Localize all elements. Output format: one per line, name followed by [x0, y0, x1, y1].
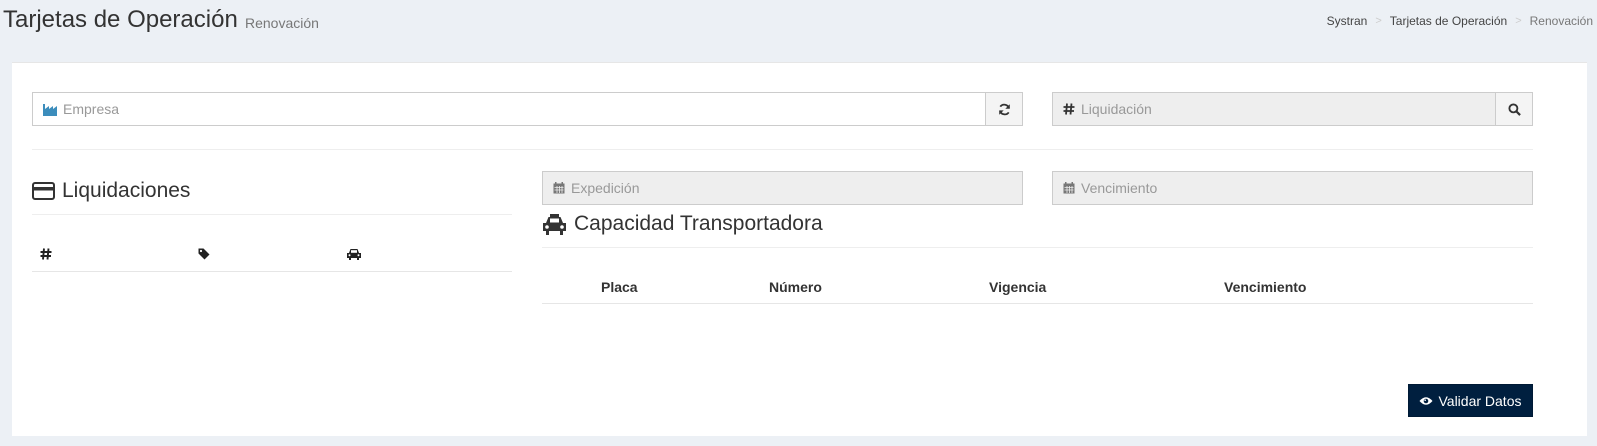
table-header-row: Placa Número Vigencia Vencimiento: [542, 271, 1533, 303]
vencimiento-input[interactable]: [1081, 173, 1532, 203]
vencimiento-input-group: [1052, 171, 1533, 205]
column-header-vigencia: Vigencia: [989, 278, 1047, 295]
liquidacion-field[interactable]: [1052, 92, 1496, 126]
calendar-icon: [1063, 182, 1075, 194]
liquidaciones-table: [32, 239, 512, 272]
main-panel: Liquidaciones: [12, 62, 1587, 436]
search-button[interactable]: [1496, 92, 1533, 126]
car-icon: [346, 248, 362, 260]
refresh-button[interactable]: [986, 92, 1023, 126]
divider: [32, 214, 512, 215]
page-subtitle: Renovación: [245, 15, 319, 31]
eye-icon: [1419, 396, 1433, 406]
table-header-row: [32, 239, 512, 271]
column-header-placa: Placa: [601, 278, 638, 295]
breadcrumb-separator: >: [1375, 15, 1382, 27]
tag-icon: [198, 248, 210, 260]
breadcrumb-tarjetas[interactable]: Tarjetas de Operación: [1390, 14, 1507, 28]
page-title: Tarjetas de Operación: [3, 6, 238, 33]
page-header: Tarjetas de Operación Renovación Systran…: [0, 0, 1597, 46]
liquidacion-input[interactable]: [1081, 94, 1495, 124]
liquidaciones-title: Liquidaciones: [62, 179, 191, 202]
capacidad-table: Placa Número Vigencia Vencimiento: [542, 271, 1533, 304]
refresh-icon: [998, 103, 1011, 116]
divider: [542, 247, 1533, 248]
expedicion-field[interactable]: [542, 171, 1023, 205]
liquidacion-input-group: [1052, 92, 1533, 126]
column-header-tag: [190, 239, 338, 271]
taxi-icon: [542, 213, 567, 235]
column-header-vencimiento: Vencimiento: [1224, 278, 1307, 295]
validar-datos-button[interactable]: Validar Datos: [1408, 384, 1533, 417]
divider: [32, 149, 1533, 150]
breadcrumb-systran[interactable]: Systran: [1327, 14, 1368, 28]
breadcrumb-renovacion: Renovación: [1529, 14, 1593, 28]
empresa-input-group: [32, 92, 1023, 126]
breadcrumb-separator: >: [1515, 15, 1522, 27]
search-icon: [1507, 102, 1521, 116]
column-header-car: [338, 239, 512, 271]
hashtag-icon: [40, 248, 52, 260]
capacidad-heading: Capacidad Transportadora: [542, 212, 823, 236]
column-header-number: [32, 239, 190, 271]
validar-datos-label: Validar Datos: [1438, 392, 1522, 409]
expedicion-input[interactable]: [571, 173, 1022, 203]
vencimiento-field[interactable]: [1052, 171, 1533, 205]
liquidaciones-heading: Liquidaciones: [32, 179, 190, 203]
empresa-field[interactable]: [32, 92, 986, 126]
column-header-numero: Número: [769, 278, 822, 295]
expedicion-input-group: [542, 171, 1023, 205]
capacidad-title: Capacidad Transportadora: [574, 212, 823, 235]
hashtag-icon: [1063, 103, 1075, 115]
industry-icon: [43, 103, 57, 116]
empresa-input[interactable]: [63, 94, 985, 124]
breadcrumb: Systran > Tarjetas de Operación > Renova…: [1327, 14, 1593, 28]
calendar-icon: [553, 182, 565, 194]
credit-card-icon: [32, 182, 55, 200]
column-header-index: [542, 271, 601, 303]
